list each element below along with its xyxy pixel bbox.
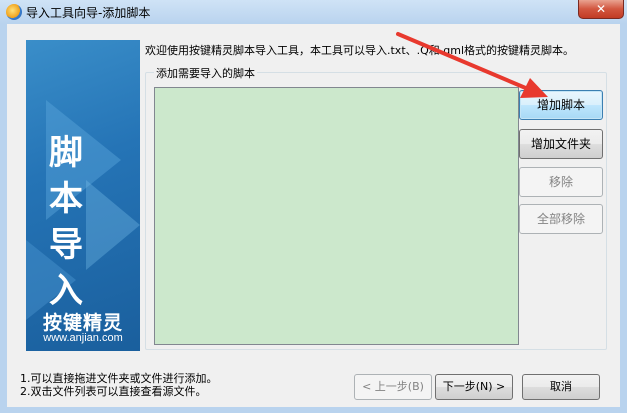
banner-url: www.anjian.com [43,332,123,344]
hint-line: 2.双击文件列表可以直接查看源文件。 [20,385,207,398]
intro-text: 欢迎使用按键精灵脚本导入工具，本工具可以导入.txt、.Q和.qml格式的按键精… [145,44,575,57]
script-file-list[interactable] [154,87,519,345]
banner-title-char: 导 [49,225,83,265]
banner-brand: 按键精灵 [42,312,123,334]
remove-button[interactable]: 移除 [519,167,603,197]
banner-title: 脚 本 导 入 [26,130,106,314]
window-title: 导入工具向导-添加脚本 [26,6,151,20]
add-folder-button[interactable]: 增加文件夹 [519,129,603,159]
add-script-button[interactable]: 增加脚本 [519,90,603,120]
hint-text: 1.可以直接拖进文件夹或文件进行添加。 2.双击文件列表可以直接查看源文件。 [20,372,218,398]
banner-image: 脚 本 导 入 按键精灵 www.anjian.com [26,40,140,351]
remove-all-button[interactable]: 全部移除 [519,204,603,234]
banner-title-char: 本 [49,179,83,219]
hint-line: 1.可以直接拖进文件夹或文件进行添加。 [20,372,218,385]
next-button[interactable]: 下一步(N) > [435,374,513,400]
close-button[interactable]: ✕ [578,0,624,19]
group-label: 添加需要导入的脚本 [154,65,257,81]
previous-button[interactable]: < 上一步(B) [354,374,432,400]
app-icon [6,4,22,20]
cancel-button[interactable]: 取消 [522,374,600,400]
title-bar[interactable]: 导入工具向导-添加脚本 ✕ [0,0,627,24]
banner-title-char: 脚 [49,133,83,173]
window: 导入工具向导-添加脚本 ✕ 脚 本 导 入 按键精灵 www.anjian.co… [0,0,627,413]
dialog-body: 脚 本 导 入 按键精灵 www.anjian.com 欢迎使用按键精灵脚本导入… [7,24,620,407]
